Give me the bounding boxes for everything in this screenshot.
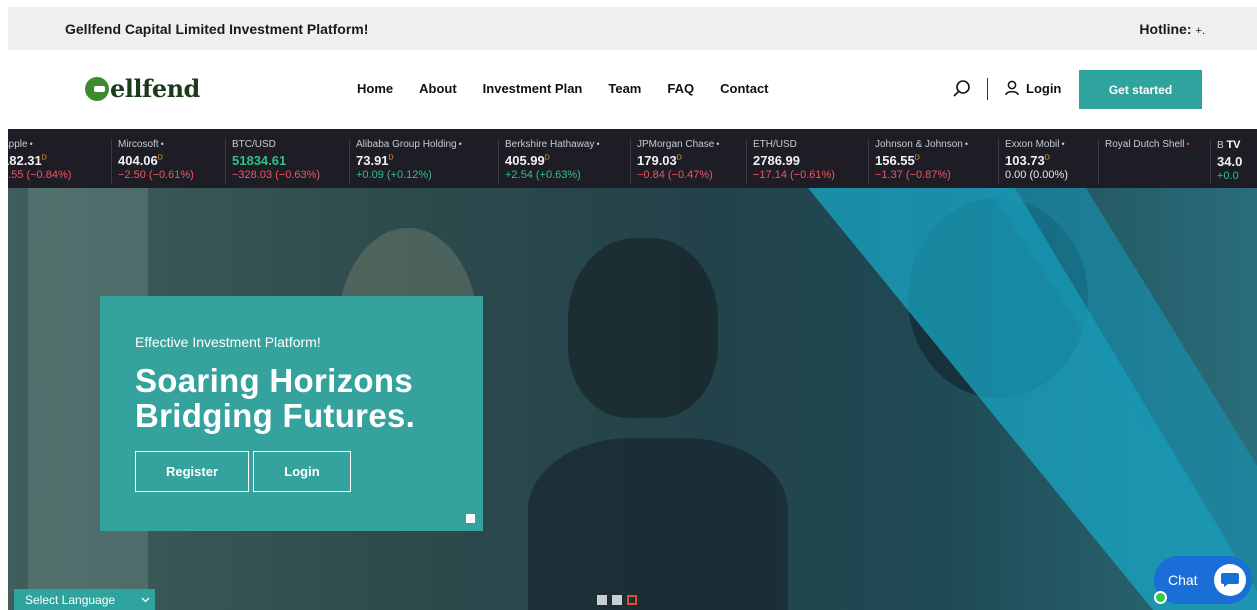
hotline: Hotline: +. xyxy=(1139,21,1205,37)
ticker-item[interactable]: Royal Dutch Shell • xyxy=(1098,139,1190,184)
ticker-change: −17.14 (−0.61%) xyxy=(753,169,835,181)
ticker-price: 179.03 xyxy=(637,153,677,168)
top-bar: Gellfend Capital Limited Investment Plat… xyxy=(8,7,1257,50)
ticker-item[interactable]: Johnson & Johnson • 156.55D −1.37 (−0.87%… xyxy=(868,139,968,184)
ticker-price: 51834.61 xyxy=(232,153,287,168)
ticker-name: JPMorgan Chase xyxy=(637,139,715,150)
nav-investment-plan[interactable]: Investment Plan xyxy=(483,81,583,96)
ticker-change: −2.50 (−0.61%) xyxy=(118,169,194,181)
ticker-price: 73.91 xyxy=(356,153,389,168)
ticker-item[interactable]: ETH/USD 2786.99 −17.14 (−0.61%) xyxy=(746,139,835,184)
hotline-number[interactable]: +. xyxy=(1196,25,1205,37)
ticker-name: Alibaba Group Holding xyxy=(356,139,457,150)
hero-eyebrow: Effective Investment Platform! xyxy=(135,334,321,350)
logo-g-icon xyxy=(85,76,109,101)
online-status-indicator xyxy=(1154,591,1167,604)
ticker-name: Royal Dutch Shell xyxy=(1105,139,1185,150)
hero-headline: Soaring Horizons Bridging Futures. xyxy=(135,362,416,434)
site-logo[interactable]: ellfend xyxy=(85,74,200,103)
ticker-change: +0.0 xyxy=(1217,170,1239,182)
tradingview-logo-icon: TV xyxy=(1226,139,1241,151)
ticker-price: 156.55 xyxy=(875,153,915,168)
ticker-name: Exxon Mobil xyxy=(1005,139,1060,150)
ticker-name: B xyxy=(1217,140,1224,151)
ticker-change: +0.09 (+0.12%) xyxy=(356,169,432,181)
slider-dot-active[interactable] xyxy=(627,595,637,605)
slider-dot[interactable] xyxy=(597,595,607,605)
ticker-item[interactable]: Exxon Mobil • 103.73D 0.00 (0.00%) xyxy=(998,139,1068,184)
ticker-price: 103.73 xyxy=(1005,153,1045,168)
chat-widget-button[interactable]: Chat xyxy=(1154,556,1252,604)
ticker-price: 2786.99 xyxy=(753,153,800,168)
ticker-item[interactable]: BTC/USD 51834.61 −328.03 (−0.63%) xyxy=(225,139,320,184)
nav-faq[interactable]: FAQ xyxy=(667,81,694,96)
chat-bubble-icon xyxy=(1214,564,1246,596)
stock-ticker[interactable]: Apple• 182.31D 1.55 (−0.84%) Mircosoft• … xyxy=(8,129,1257,188)
ticker-item[interactable]: Apple• 182.31D 1.55 (−0.84%) xyxy=(8,139,71,184)
ticker-change: 0.00 (0.00%) xyxy=(1005,169,1068,181)
ticker-change: −1.37 (−0.87%) xyxy=(875,169,951,181)
nav-home[interactable]: Home xyxy=(357,81,393,96)
main-header: ellfend Home About Investment Plan Team … xyxy=(8,50,1257,129)
logo-wordmark: ellfend xyxy=(110,74,200,103)
ticker-price: 182.31 xyxy=(8,153,42,168)
language-label: Select Language xyxy=(25,592,116,607)
chat-label: Chat xyxy=(1168,572,1198,588)
ticker-name: Mircosoft xyxy=(118,139,159,150)
register-button[interactable]: Register xyxy=(135,451,249,493)
chevron-down-icon xyxy=(141,597,150,602)
ticker-name: BTC/USD xyxy=(232,139,276,150)
slider-dot[interactable] xyxy=(612,595,622,605)
ticker-price: 404.06 xyxy=(118,153,158,168)
ticker-item[interactable]: Berkshire Hathaway • 405.99D +2.54 (+0.63… xyxy=(498,139,600,184)
ticker-change: +2.54 (+0.63%) xyxy=(505,169,581,181)
primary-nav: Home About Investment Plan Team FAQ Cont… xyxy=(357,81,795,96)
search-icon[interactable] xyxy=(952,79,972,99)
ticker-price: 405.99 xyxy=(505,153,545,168)
ticker-change: 1.55 (−0.84%) xyxy=(8,169,72,181)
user-icon xyxy=(1005,80,1019,96)
slider-pagination xyxy=(597,595,637,605)
site-tagline: Gellfend Capital Limited Investment Plat… xyxy=(65,20,369,37)
ticker-item[interactable]: B TV 34.0 +0.0 xyxy=(1210,139,1242,184)
nav-about[interactable]: About xyxy=(419,81,457,96)
ticker-name: Berkshire Hathaway xyxy=(505,139,595,150)
nav-contact[interactable]: Contact xyxy=(720,81,768,96)
ticker-item[interactable]: Alibaba Group Holding • 73.91D +0.09 (+0.… xyxy=(349,139,462,184)
ticker-name: ETH/USD xyxy=(753,139,797,150)
login-label: Login xyxy=(1026,80,1062,96)
ticker-price: 34.0 xyxy=(1217,154,1243,169)
ticker-item[interactable]: JPMorgan Chase • 179.03D −0.84 (−0.47%) xyxy=(630,139,719,184)
get-started-button[interactable]: Get started xyxy=(1079,70,1202,109)
hero-login-button[interactable]: Login xyxy=(253,451,351,493)
hotline-label: Hotline: xyxy=(1139,20,1192,37)
ticker-change: −328.03 (−0.63%) xyxy=(232,169,321,181)
ticker-name: Johnson & Johnson xyxy=(875,139,963,150)
header-divider xyxy=(987,78,988,100)
card-corner-square-icon xyxy=(466,514,475,523)
nav-team[interactable]: Team xyxy=(608,81,641,96)
ticker-name: Apple xyxy=(8,139,28,150)
language-select[interactable]: Select Language xyxy=(14,589,155,610)
hero-card: Effective Investment Platform! Soaring H… xyxy=(100,296,483,531)
ticker-change: −0.84 (−0.47%) xyxy=(637,169,713,181)
login-link[interactable]: Login xyxy=(1005,80,1061,96)
ticker-item[interactable]: Mircosoft • 404.06D −2.50 (−0.61%) xyxy=(111,139,194,184)
